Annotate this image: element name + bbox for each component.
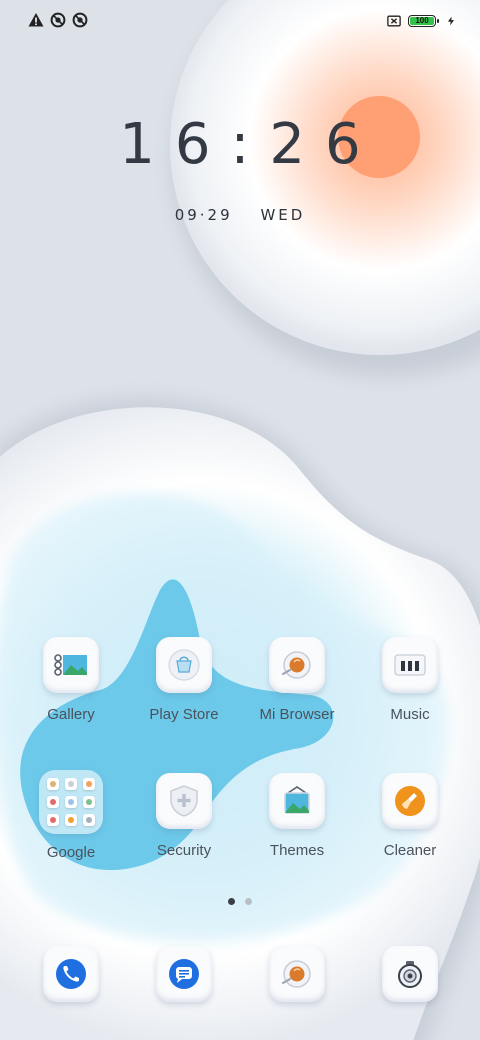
date-weekday: WED	[260, 206, 306, 224]
dock-browser[interactable]	[241, 946, 353, 1002]
play-store-icon	[156, 637, 212, 693]
app-label: Security	[156, 842, 212, 859]
clock-widget[interactable]: 16:26	[0, 112, 480, 177]
themes-icon	[269, 773, 325, 829]
cleaner-icon	[382, 773, 438, 829]
warning-icon	[28, 13, 44, 27]
status-bar: 100	[0, 0, 480, 40]
app-label: Cleaner	[383, 842, 437, 859]
app-label: Music	[390, 706, 430, 723]
dock-camera[interactable]	[354, 946, 466, 1002]
browser-icon	[269, 946, 325, 1002]
app-mi-browser[interactable]: Mi Browser	[241, 637, 353, 723]
messages-icon	[156, 946, 212, 1002]
data-saver-icon	[72, 12, 88, 28]
browser-icon	[269, 637, 325, 693]
battery-level: 100	[415, 16, 429, 25]
no-sim-icon	[387, 15, 401, 27]
dock-messages[interactable]	[128, 946, 240, 1002]
phone-icon	[43, 946, 99, 1002]
charging-icon	[447, 16, 455, 26]
app-label: Themes	[269, 842, 325, 859]
app-label: Mi Browser	[259, 706, 335, 723]
app-label: Play Store	[149, 706, 219, 723]
date-day: 09·29	[174, 206, 233, 224]
app-play-store[interactable]: Play Store	[128, 637, 240, 723]
status-left	[28, 12, 88, 28]
app-gallery[interactable]: Gallery	[15, 637, 127, 723]
data-saver-icon	[50, 12, 66, 28]
music-icon	[382, 637, 438, 693]
camera-icon	[382, 946, 438, 1002]
page-dot-active[interactable]	[228, 898, 235, 905]
status-right: 100	[386, 13, 456, 29]
page-indicator[interactable]	[0, 898, 480, 905]
folder-icon	[39, 770, 103, 834]
page-dot[interactable]	[245, 898, 252, 905]
folder-google[interactable]: Google	[15, 770, 127, 861]
app-label: Gallery	[47, 706, 95, 723]
app-music[interactable]: Music	[354, 637, 466, 723]
date-widget[interactable]: 09·29 WED	[0, 206, 480, 224]
gallery-icon	[43, 637, 99, 693]
battery-indicator: 100	[408, 15, 439, 27]
app-cleaner[interactable]: Cleaner	[354, 773, 466, 859]
app-security[interactable]: Security	[128, 773, 240, 859]
dock-phone[interactable]	[15, 946, 127, 1002]
app-label: Google	[46, 844, 96, 861]
security-icon	[156, 773, 212, 829]
app-themes[interactable]: Themes	[241, 773, 353, 859]
